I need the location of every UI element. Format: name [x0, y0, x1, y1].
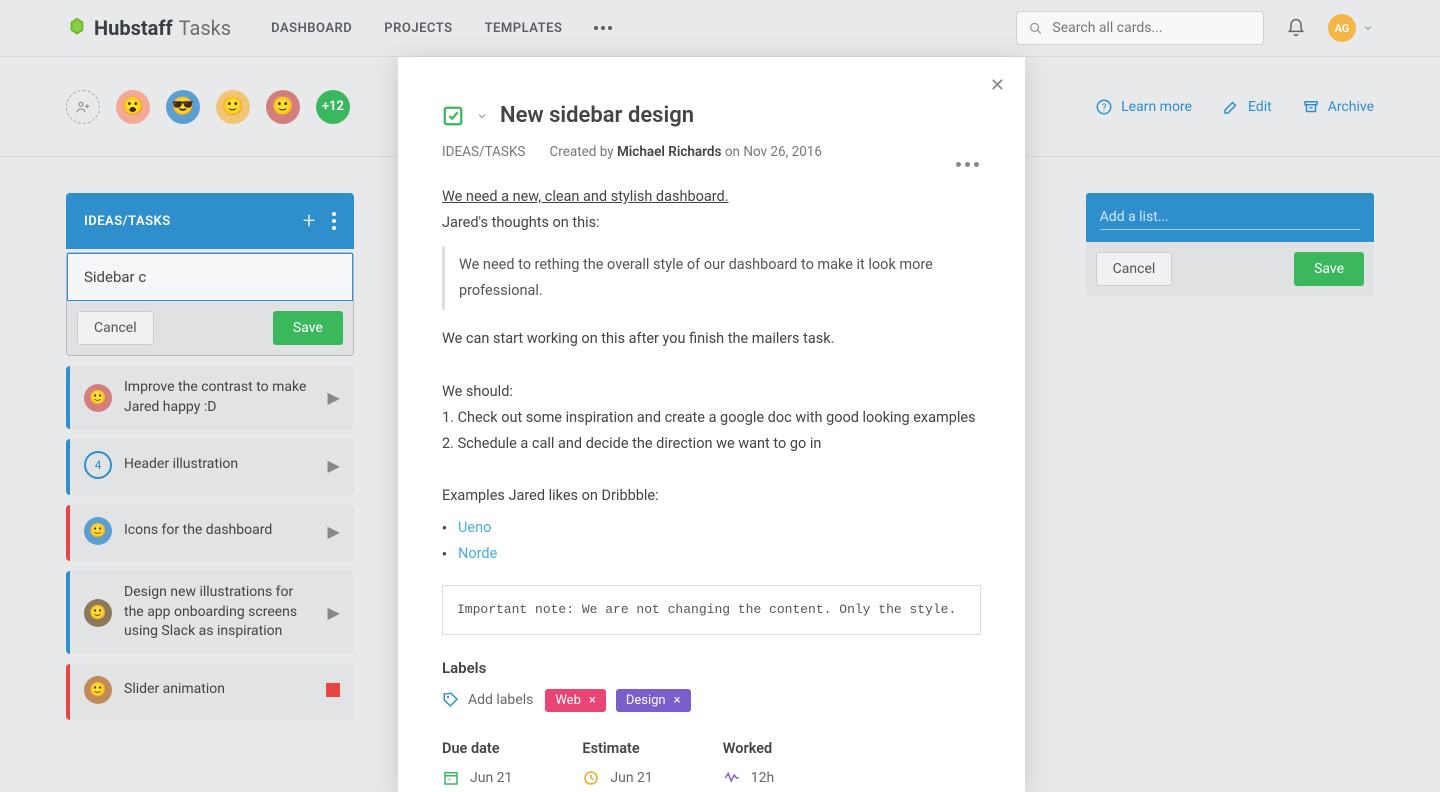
column-title: IDEAS/TASKS: [84, 214, 171, 229]
card-menu[interactable]: [956, 162, 979, 167]
remove-tag-icon[interactable]: ×: [674, 693, 681, 708]
clock-icon: [582, 769, 600, 787]
add-person-button[interactable]: [66, 90, 100, 124]
save-button[interactable]: Save: [1294, 252, 1364, 286]
task-card[interactable]: 4 Header illustration ▶: [66, 439, 354, 495]
nav-templates[interactable]: TEMPLATES: [485, 21, 563, 36]
close-button[interactable]: ✕: [990, 75, 1005, 96]
due-date-block: Due date Jun 21: [442, 740, 512, 787]
nav-more[interactable]: [594, 21, 612, 36]
new-card-form: Cancel Save: [66, 252, 354, 356]
people-list: 😮 😎 🙂 🙂 +12: [66, 90, 350, 124]
card-detail-modal: ✕ New sidebar design IDEAS/TASKS Created…: [398, 57, 1025, 792]
card-text: Icons for the dashboard: [124, 521, 316, 541]
logo[interactable]: Hubstaff Tasks: [66, 16, 231, 40]
created-by: Created by Michael Richards on Nov 26, 2…: [549, 144, 822, 160]
add-person-icon: [75, 99, 91, 115]
bell-icon[interactable]: [1286, 18, 1306, 38]
main-nav: DASHBOARD PROJECTS TEMPLATES: [271, 21, 612, 36]
add-card-button[interactable]: +: [303, 209, 316, 234]
user-avatar: AG: [1328, 14, 1356, 42]
save-button[interactable]: Save: [273, 311, 343, 345]
help-icon: ?: [1095, 98, 1113, 116]
svg-text:?: ?: [1102, 102, 1107, 113]
search-input[interactable]: [1052, 20, 1251, 36]
logo-text-bold: Hubstaff: [94, 16, 173, 40]
label-tag[interactable]: Web×: [545, 689, 605, 712]
add-list-input[interactable]: [1100, 205, 1360, 230]
tag-icon: [442, 691, 460, 709]
more-people-count[interactable]: +12: [316, 90, 350, 124]
add-labels-text: Add labels: [468, 692, 533, 708]
labels-heading: Labels: [442, 659, 981, 677]
app-header: Hubstaff Tasks DASHBOARD PROJECTS TEMPLA…: [0, 0, 1440, 57]
task-card[interactable]: 🙂 Design new illustrations for the app on…: [66, 571, 354, 654]
edit-button[interactable]: Edit: [1222, 98, 1272, 116]
learn-more-label: Learn more: [1121, 99, 1192, 115]
edit-label: Edit: [1248, 99, 1272, 115]
estimate-block: Estimate Jun 21: [582, 740, 652, 787]
expand-icon[interactable]: ▶: [328, 603, 340, 622]
logo-text-light: Tasks: [179, 16, 232, 40]
assignee-avatar: 🙂: [84, 517, 112, 545]
user-menu[interactable]: AG: [1328, 14, 1374, 42]
task-card[interactable]: 🙂 Slider animation: [66, 664, 354, 720]
expand-icon[interactable]: ▶: [328, 388, 340, 407]
card-count-badge: 4: [84, 451, 112, 479]
assignee-avatar: 🙂: [84, 384, 112, 412]
search-icon: [1029, 21, 1042, 36]
example-link[interactable]: Norde: [458, 545, 497, 562]
archive-button[interactable]: Archive: [1302, 98, 1374, 116]
calendar-icon: [442, 769, 460, 787]
card-text: Improve the contrast to make Jared happy…: [124, 378, 316, 417]
column-ideas-tasks: IDEAS/TASKS + Cancel Save 🙂 Improve the c…: [66, 193, 354, 720]
cancel-button[interactable]: Cancel: [77, 311, 154, 345]
expand-icon[interactable]: ▶: [328, 456, 340, 475]
search-box[interactable]: [1016, 11, 1264, 45]
column-menu[interactable]: [332, 212, 336, 230]
example-link[interactable]: Ueno: [458, 519, 491, 536]
chevron-down-icon[interactable]: [476, 110, 488, 122]
cancel-button[interactable]: Cancel: [1096, 252, 1173, 286]
archive-label: Archive: [1328, 99, 1374, 115]
nav-dashboard[interactable]: DASHBOARD: [271, 21, 352, 36]
person-avatar[interactable]: 😎: [166, 90, 200, 124]
edit-icon: [1222, 98, 1240, 116]
task-card[interactable]: 🙂 Icons for the dashboard ▶: [66, 505, 354, 561]
add-labels-button[interactable]: Add labels: [442, 691, 533, 709]
card-text: Design new illustrations for the app onb…: [124, 583, 316, 642]
author-name: Michael Richards: [617, 144, 721, 160]
column-header: IDEAS/TASKS +: [66, 193, 354, 249]
person-avatar[interactable]: 😮: [116, 90, 150, 124]
person-avatar[interactable]: 🙂: [266, 90, 300, 124]
person-avatar[interactable]: 🙂: [216, 90, 250, 124]
status-square: [326, 683, 340, 697]
activity-icon: [723, 769, 741, 787]
check-icon[interactable]: [442, 105, 464, 127]
remove-tag-icon[interactable]: ×: [589, 693, 596, 708]
learn-more-link[interactable]: ? Learn more: [1095, 98, 1192, 116]
assignee-avatar: 🙂: [84, 676, 112, 704]
card-text: Slider animation: [124, 680, 314, 700]
assignee-avatar: 🙂: [84, 599, 112, 627]
label-tag[interactable]: Design×: [616, 689, 691, 712]
archive-icon: [1302, 98, 1320, 116]
card-text: Header illustration: [124, 455, 316, 475]
new-card-input[interactable]: [67, 253, 353, 301]
card-title: New sidebar design: [500, 103, 694, 128]
nav-projects[interactable]: PROJECTS: [384, 21, 452, 36]
worked-block: Worked 12h: [723, 740, 774, 787]
logo-icon: [66, 17, 88, 39]
card-description: We need a new, clean and stylish dashboa…: [442, 184, 981, 635]
add-list-form: Cancel Save: [1086, 193, 1374, 296]
task-card[interactable]: 🙂 Improve the contrast to make Jared happ…: [66, 366, 354, 429]
breadcrumb: IDEAS/TASKS: [442, 144, 525, 160]
chevron-down-icon: [1362, 22, 1374, 34]
code-note: Important note: We are not changing the …: [442, 585, 981, 634]
expand-icon[interactable]: ▶: [328, 522, 340, 541]
